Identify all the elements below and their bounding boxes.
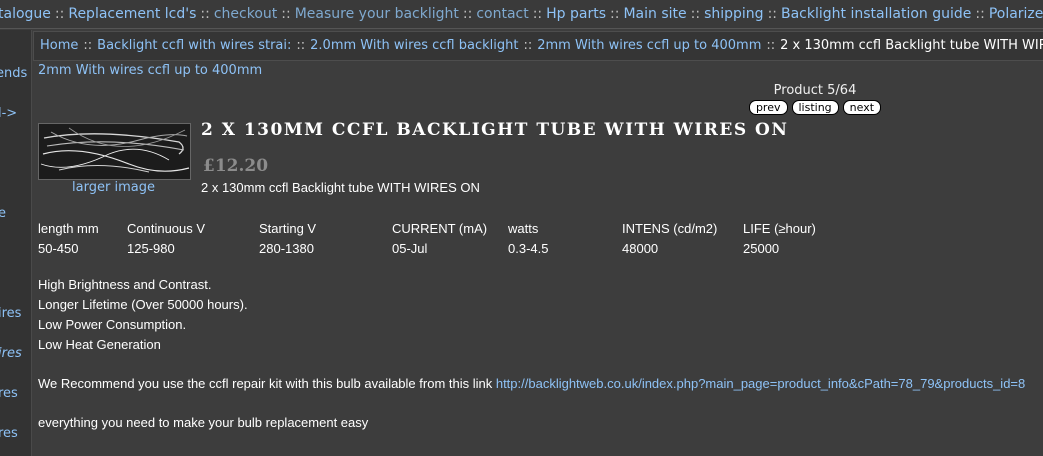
nav-shipping[interactable]: shipping — [704, 6, 763, 22]
closing-text: everything you need to make your bulb re… — [38, 415, 369, 430]
spec-header: length mm — [38, 220, 99, 236]
feature-line: Low Power Consumption. — [38, 317, 187, 332]
spec-header-row: length mm Continuous V Starting V CURREN… — [38, 218, 843, 238]
nav-replacement-lcds[interactable]: Replacement lcd's — [68, 6, 196, 22]
product-description: 2 x 130mm ccfl Backlight tube WITH WIRES… — [201, 180, 480, 195]
spec-value: 0.3-4.5 — [508, 240, 549, 256]
sidebar-item[interactable]: res — [0, 386, 18, 401]
sidebar-item[interactable]: res — [0, 426, 18, 441]
nav-separator: :: — [610, 6, 620, 22]
breadcrumb-separator: :: — [83, 38, 93, 53]
spec-header: LIFE (≥hour) — [743, 220, 816, 236]
nav-separator: :: — [532, 6, 543, 22]
nav-separator: :: — [767, 6, 777, 22]
product-pager: Product 5/64 prev listing next — [745, 83, 885, 115]
product-count: Product 5/64 — [773, 83, 857, 98]
top-navigation: talogue:: Replacement lcd's:: checkout:: Me… — [0, 0, 1043, 29]
nav-contact[interactable]: contact — [476, 6, 528, 22]
product-price: £12.20 — [203, 156, 269, 176]
breadcrumb-item[interactable]: Backlight ccfl with wires strai: — [97, 38, 291, 53]
spec-header: watts — [508, 220, 539, 236]
spec-header: INTENS (cd/m2) — [622, 220, 718, 236]
spec-table: length mm Continuous V Starting V CURREN… — [38, 218, 843, 258]
breadcrumb-item[interactable]: 2.0mm With wires ccfl backlight — [310, 38, 518, 53]
nav-separator: :: — [281, 6, 291, 22]
spec-header: Starting V — [259, 220, 317, 236]
spec-value: 125-980 — [127, 240, 175, 256]
breadcrumb-separator: :: — [523, 38, 533, 53]
breadcrumb: Home:: Backlight ccfl with wires strai:::… — [33, 31, 1043, 61]
product-title: 2 X 130MM CCFL BACKLIGHT TUBE WITH WIRES… — [201, 120, 789, 140]
recommend-paragraph: We Recommend you use the ccfl repair kit… — [38, 376, 1025, 391]
breadcrumb-separator: :: — [296, 38, 306, 53]
listing-button[interactable]: listing — [791, 100, 839, 115]
spec-header: Continuous V — [127, 220, 206, 236]
ccfl-tube-image — [39, 124, 190, 179]
feature-line: Low Heat Generation — [38, 337, 161, 352]
spec-header: CURRENT (mA) — [392, 220, 488, 236]
spec-value: 48000 — [622, 240, 659, 256]
breadcrumb-item[interactable]: 2mm With wires ccfl up to 400mm — [537, 38, 761, 53]
nav-main-site[interactable]: Main site — [623, 6, 686, 22]
nav-catalogue[interactable]: talogue — [0, 6, 51, 22]
sidebar-item[interactable]: ires — [0, 306, 21, 321]
nav-hp-parts[interactable]: Hp parts — [546, 6, 606, 22]
spec-value: 25000 — [743, 240, 780, 256]
nav-separator: :: — [462, 6, 473, 22]
nav-separator: :: — [54, 6, 65, 22]
nav-measure-backlight[interactable]: Measure your backlight — [295, 6, 459, 22]
category-sidebar: ends l-> e ires ires res res — [0, 30, 32, 456]
category-title-link[interactable]: 2mm With wires ccfl up to 400mm — [38, 63, 262, 78]
larger-image-link[interactable]: larger image — [38, 180, 189, 195]
feature-line: Longer Lifetime (Over 50000 hours). — [38, 297, 248, 312]
sidebar-item[interactable]: ends — [0, 66, 27, 81]
feature-line: High Brightness and Contrast. — [38, 277, 212, 292]
product-image[interactable] — [38, 123, 191, 180]
breadcrumb-current: 2 x 130mm ccfl Backlight tube WITH WIRES… — [780, 38, 1043, 53]
breadcrumb-home[interactable]: Home — [40, 38, 78, 53]
breadcrumb-separator: :: — [766, 38, 776, 53]
nav-separator: :: — [690, 6, 701, 22]
spec-value-row: 50-450 125-980 280-1380 05-Jul 0.3-4.5 4… — [38, 238, 843, 258]
nav-checkout[interactable]: checkout — [214, 6, 277, 22]
nav-separator: :: — [200, 6, 210, 22]
nav-separator: :: — [975, 6, 985, 22]
next-button[interactable]: next — [842, 100, 882, 115]
spec-value: 50-450 — [38, 240, 79, 256]
prev-button[interactable]: prev — [748, 100, 788, 115]
sidebar-item[interactable]: l-> — [0, 106, 17, 121]
spec-value: 280-1380 — [259, 240, 314, 256]
nav-polarizer-replacement[interactable]: Polarizer replacement — [989, 6, 1043, 22]
sidebar-item[interactable]: e — [0, 206, 6, 221]
spec-value: 05-Jul — [392, 240, 428, 256]
nav-installation-guide[interactable]: Backlight installation guide — [781, 6, 971, 22]
recommend-text: We Recommend you use the ccfl repair kit… — [38, 376, 496, 391]
sidebar-item-active[interactable]: ires — [0, 346, 22, 361]
repair-kit-link[interactable]: http://backlightweb.co.uk/index.php?main… — [496, 376, 1025, 391]
